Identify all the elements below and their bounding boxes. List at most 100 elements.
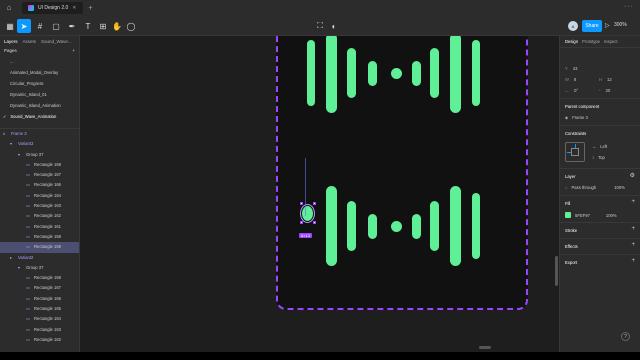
layer-item[interactable]: ▭ Rectangle 164	[0, 191, 79, 201]
resize-handle[interactable]	[300, 202, 303, 205]
wave-bar[interactable]	[472, 40, 480, 106]
home-icon[interactable]: ⌂	[4, 3, 14, 13]
wave-bar[interactable]	[368, 60, 377, 86]
layer-item[interactable]: ▭ Rectangle 162	[0, 211, 79, 221]
wave-bar[interactable]	[430, 48, 439, 98]
wave-center-dot[interactable]	[391, 220, 402, 232]
page-item[interactable]: Animated_Modal_Overlay	[0, 67, 79, 78]
tab-page-name[interactable]: Sound_Wave...	[41, 39, 72, 44]
frame-3[interactable]	[276, 36, 528, 310]
layer-item[interactable]: ▭ Rectangle 168	[0, 160, 79, 170]
window-menu-icon[interactable]: ···	[624, 3, 634, 10]
constraints-widget[interactable]	[565, 142, 585, 162]
constraint-vertical[interactable]: ↕ Top	[592, 155, 605, 160]
layer-item[interactable]: ▭ Rectangle 167	[0, 283, 79, 293]
vertical-scrollbar[interactable]	[555, 256, 558, 286]
layer-item[interactable]: ▭ Rectangle 163	[0, 201, 79, 211]
resize-handle[interactable]	[313, 221, 316, 224]
rotation-field[interactable]: ∟ 0°	[565, 88, 595, 93]
layer-item[interactable]: ▭ Rectangle 159	[0, 242, 79, 253]
comment-tool-icon[interactable]: ◯	[124, 19, 138, 33]
layer-item[interactable]: ▸ Variant2	[0, 253, 79, 263]
text-tool-icon[interactable]: T	[81, 19, 95, 33]
avatar[interactable]: A	[568, 21, 578, 31]
page-item[interactable]: Sound_Wave_Animation	[0, 111, 79, 122]
layer-item[interactable]: ▭ Rectangle 168	[0, 273, 79, 283]
add-effect-icon[interactable]: +	[631, 242, 635, 248]
wave-bar[interactable]	[430, 201, 439, 251]
tab-design[interactable]: Design	[565, 39, 578, 44]
page-item[interactable]: Circular_Progress	[0, 78, 79, 89]
crop-icon[interactable]: ⛶	[313, 19, 327, 33]
tab-layers[interactable]: Layers	[4, 39, 18, 44]
add-export-icon[interactable]: +	[631, 258, 635, 264]
wave-bar[interactable]	[412, 213, 421, 239]
wave-bar[interactable]	[326, 36, 337, 113]
layer-item[interactable]: ▾ Group 37	[0, 150, 79, 160]
layer-blend-row[interactable]: ◌ Pass through 100%	[565, 185, 625, 190]
resources-tool-icon[interactable]: ⊞	[96, 19, 110, 33]
h-field[interactable]: H 12	[599, 77, 629, 82]
selected-rectangle[interactable]	[300, 204, 315, 223]
layer-item[interactable]: ▭ Rectangle 165	[0, 304, 79, 314]
fill-hex-value[interactable]: 5FEF97	[575, 213, 590, 218]
layer-item[interactable]: ▭ Rectangle 166	[0, 294, 79, 304]
layer-item[interactable]: ▾ Variant3	[0, 139, 79, 149]
add-fill-icon[interactable]: +	[631, 199, 635, 205]
radius-field[interactable]: ◜ 20	[599, 88, 629, 93]
layer-item[interactable]: ▭ Rectangle 161	[0, 222, 79, 232]
canvas[interactable]: 8×13	[81, 36, 559, 352]
w-field[interactable]: W8	[565, 77, 595, 82]
layer-item[interactable]: ▭ Rectangle 162	[0, 335, 79, 345]
layer-item[interactable]: # Frame 3	[0, 129, 79, 139]
tab-assets[interactable]: Assets	[23, 39, 37, 44]
help-button[interactable]: ?	[621, 332, 630, 341]
resize-handle[interactable]	[300, 221, 303, 224]
constraint-horizontal[interactable]: ↔ Left	[592, 144, 607, 149]
share-button[interactable]: Share	[582, 20, 602, 32]
rectangle-tool-icon[interactable]: ▢	[49, 19, 63, 33]
wave-bar[interactable]	[450, 36, 461, 113]
layer-settings-icon[interactable]: ⚙	[630, 172, 635, 179]
zoom-level[interactable]: 300%	[614, 22, 627, 28]
wave-bar[interactable]	[347, 201, 356, 251]
fill-opacity-value[interactable]: 100%	[606, 213, 617, 218]
close-tab-icon[interactable]: ✕	[72, 5, 76, 11]
contrast-icon[interactable]: ◐	[327, 19, 341, 33]
resize-handle[interactable]	[313, 202, 316, 205]
pen-tool-icon[interactable]: ✒	[65, 19, 79, 33]
wave-bar[interactable]	[307, 40, 315, 106]
wave-center-dot[interactable]	[391, 67, 402, 79]
wave-bar[interactable]	[450, 186, 461, 266]
add-page-icon[interactable]: +	[72, 48, 75, 54]
main-menu-icon[interactable]: ▦	[3, 19, 17, 33]
layer-opacity-value[interactable]: 100%	[614, 185, 625, 190]
page-item[interactable]: Dynamic_Island_01	[0, 89, 79, 100]
layer-item[interactable]: ▭ Rectangle 167	[0, 170, 79, 180]
wave-bar[interactable]	[472, 193, 480, 259]
fill-row[interactable]: 5FEF97 100%	[565, 212, 617, 218]
wave-bar[interactable]	[368, 213, 377, 239]
parent-component-row[interactable]: ◈ Frame 3	[565, 115, 588, 120]
present-icon[interactable]: ▷	[605, 22, 610, 29]
layer-item[interactable]: ▭ Rectangle 158	[0, 232, 79, 242]
move-tool-icon[interactable]: ➤	[17, 19, 31, 33]
frame-tool-icon[interactable]: #	[33, 19, 47, 33]
page-item[interactable]: Dynamic_Island_Animation	[0, 100, 79, 111]
tab-inspect[interactable]: Inspect	[604, 39, 618, 44]
wave-bar[interactable]	[412, 60, 421, 86]
layer-item[interactable]: ▾ Group 37	[0, 263, 79, 273]
wave-bar[interactable]	[326, 186, 337, 266]
fill-swatch[interactable]	[565, 212, 571, 218]
new-tab-button[interactable]: +	[89, 5, 93, 12]
wave-bar[interactable]	[347, 48, 356, 98]
y-field[interactable]: Y 43	[565, 66, 595, 71]
page-item[interactable]: ...	[0, 56, 79, 67]
layer-item[interactable]: ▭ Rectangle 164	[0, 314, 79, 324]
hand-tool-icon[interactable]: ✋	[110, 19, 124, 33]
add-stroke-icon[interactable]: +	[631, 226, 635, 232]
layer-item[interactable]: ▭ Rectangle 166	[0, 180, 79, 190]
horizontal-scrollbar[interactable]	[479, 346, 491, 349]
file-tab[interactable]: UI Design 2.0 ✕	[22, 2, 83, 14]
tab-prototype[interactable]: Prototype	[582, 39, 600, 44]
